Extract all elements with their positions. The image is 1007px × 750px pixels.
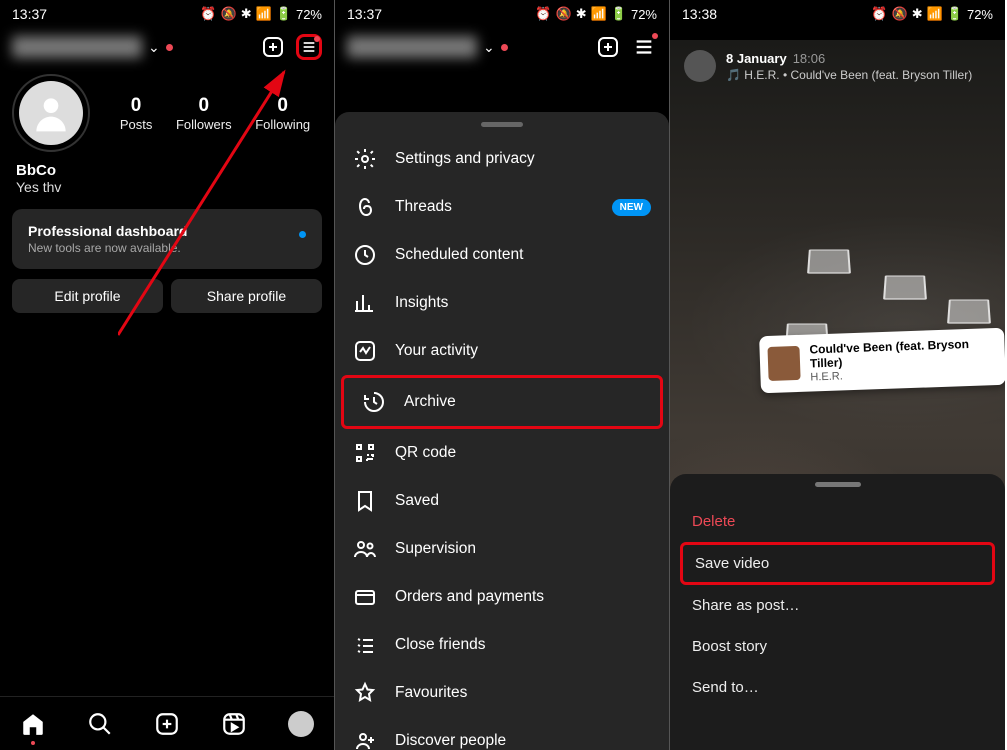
alarm-icon: ⏰	[200, 6, 216, 22]
status-bar: 13:37 ⏰ 🔕 ✱ 📶 🔋 72%	[0, 0, 334, 26]
battery-text: 72%	[296, 7, 322, 22]
bluetooth-icon: ✱	[241, 6, 252, 22]
signal-icon: 📶	[927, 6, 943, 22]
action-share-post[interactable]: Share as post…	[670, 585, 1005, 626]
action-send-to[interactable]: Send to…	[670, 667, 1005, 708]
create-button[interactable]	[595, 34, 621, 60]
profile-tab[interactable]	[288, 711, 314, 737]
menu-close-friends[interactable]: Close friends	[335, 621, 669, 669]
menu-settings[interactable]: Settings and privacy	[335, 135, 669, 183]
hamburger-menu[interactable]	[296, 34, 322, 60]
clock-icon	[353, 243, 377, 267]
music-thumb	[767, 346, 800, 381]
share-profile-button[interactable]: Share profile	[171, 279, 322, 313]
stat-posts[interactable]: 0 Posts	[120, 95, 153, 132]
story-header: 8 January 18:06 🎵 H.E.R. • Could've Been …	[670, 40, 1005, 92]
new-badge: NEW	[612, 199, 651, 216]
story-actions-sheet: Delete Save video Share as post… Boost s…	[670, 474, 1005, 750]
action-save-video[interactable]: Save video	[683, 545, 992, 582]
stat-following[interactable]: 0 Following	[255, 95, 310, 132]
panel-menu: 13:37 ⏰ 🔕 ✱ 📶 🔋 72% ⌄ Settin	[335, 0, 670, 750]
bookmark-icon	[353, 489, 377, 513]
new-post-icon[interactable]	[154, 711, 180, 737]
edit-profile-button[interactable]: Edit profile	[12, 279, 163, 313]
display-name: BbCo	[16, 162, 318, 179]
bluetooth-icon: ✱	[912, 6, 923, 22]
menu-saved[interactable]: Saved	[335, 477, 669, 525]
alarm-icon: ⏰	[535, 6, 551, 22]
menu-supervision[interactable]: Supervision	[335, 525, 669, 573]
supervision-icon	[353, 537, 377, 561]
battery-icon: 🔋	[611, 6, 627, 22]
bluetooth-icon: ✱	[576, 6, 587, 22]
hamburger-menu[interactable]	[631, 34, 657, 60]
status-bar: 13:38 ⏰ 🔕 ✱ 📶 🔋 72%	[670, 0, 1005, 26]
avatar[interactable]	[12, 74, 90, 152]
stat-followers[interactable]: 0 Followers	[176, 95, 232, 132]
status-bar: 13:37 ⏰ 🔕 ✱ 📶 🔋 72%	[335, 0, 669, 26]
menu-archive[interactable]: Archive	[344, 378, 660, 426]
menu-orders[interactable]: Orders and payments	[335, 573, 669, 621]
search-icon[interactable]	[87, 711, 113, 737]
menu-scheduled[interactable]: Scheduled content	[335, 231, 669, 279]
bio-text: Yes thv	[16, 179, 318, 195]
gear-icon	[353, 147, 377, 171]
story-time: 18:06	[793, 51, 826, 66]
discover-icon	[353, 729, 377, 750]
nav-bar	[0, 696, 334, 750]
status-time: 13:38	[682, 6, 717, 22]
status-icons: ⏰ 🔕 ✱ 📶 🔋 72%	[200, 6, 322, 22]
alarm-icon: ⏰	[871, 6, 887, 22]
story-music-line: 🎵 H.E.R. • Could've Been (feat. Bryson T…	[726, 68, 972, 82]
action-delete[interactable]: Delete	[670, 501, 1005, 542]
threads-icon	[353, 195, 377, 219]
qr-icon	[353, 441, 377, 465]
sheet-grabber[interactable]	[815, 482, 861, 487]
music-sticker[interactable]: Could've Been (feat. Bryson Tiller) H.E.…	[759, 328, 1005, 393]
battery-icon: 🔋	[947, 6, 963, 22]
dnd-icon: 🔕	[221, 6, 237, 22]
battery-text: 72%	[967, 7, 993, 22]
reels-icon[interactable]	[221, 711, 247, 737]
menu-insights[interactable]: Insights	[335, 279, 669, 327]
sheet-grabber[interactable]	[481, 122, 523, 127]
signal-icon: 📶	[591, 6, 607, 22]
activity-icon	[353, 339, 377, 363]
username-blurred	[12, 36, 142, 58]
home-icon[interactable]	[20, 711, 46, 737]
professional-dashboard[interactable]: Professional dashboard New tools are now…	[12, 209, 322, 269]
chevron-down-icon[interactable]: ⌄	[148, 39, 160, 56]
menu-activity[interactable]: Your activity	[335, 327, 669, 375]
action-boost[interactable]: Boost story	[670, 626, 1005, 667]
menu-favourites[interactable]: Favourites	[335, 669, 669, 717]
menu-discover[interactable]: Discover people	[335, 717, 669, 750]
panel-profile: 13:37 ⏰ 🔕 ✱ 📶 🔋 72% ⌄	[0, 0, 335, 750]
battery-text: 72%	[631, 7, 657, 22]
card-icon	[353, 585, 377, 609]
menu-sheet: Settings and privacy Threads NEW Schedul…	[335, 112, 669, 750]
username-blurred	[347, 36, 477, 58]
close-friends-icon	[353, 633, 377, 657]
dnd-icon: 🔕	[556, 6, 572, 22]
dash-indicator	[299, 231, 306, 238]
panel-story: 13:38 ⏰ 🔕 ✱ 📶 🔋 72% 8 January 18:06 🎵 H.E…	[670, 0, 1005, 750]
notification-dot	[501, 44, 508, 51]
insights-icon	[353, 291, 377, 315]
menu-qr[interactable]: QR code	[335, 429, 669, 477]
dnd-icon: 🔕	[892, 6, 908, 22]
archive-icon	[362, 390, 386, 414]
create-button[interactable]	[260, 34, 286, 60]
battery-icon: 🔋	[276, 6, 292, 22]
story-avatar[interactable]	[684, 50, 716, 82]
signal-icon: 📶	[256, 6, 272, 22]
status-time: 13:37	[12, 6, 47, 22]
notification-dot	[166, 44, 173, 51]
star-icon	[353, 681, 377, 705]
menu-threads[interactable]: Threads NEW	[335, 183, 669, 231]
chevron-down-icon[interactable]: ⌄	[483, 39, 495, 56]
status-time: 13:37	[347, 6, 382, 22]
story-date: 8 January	[726, 51, 787, 66]
